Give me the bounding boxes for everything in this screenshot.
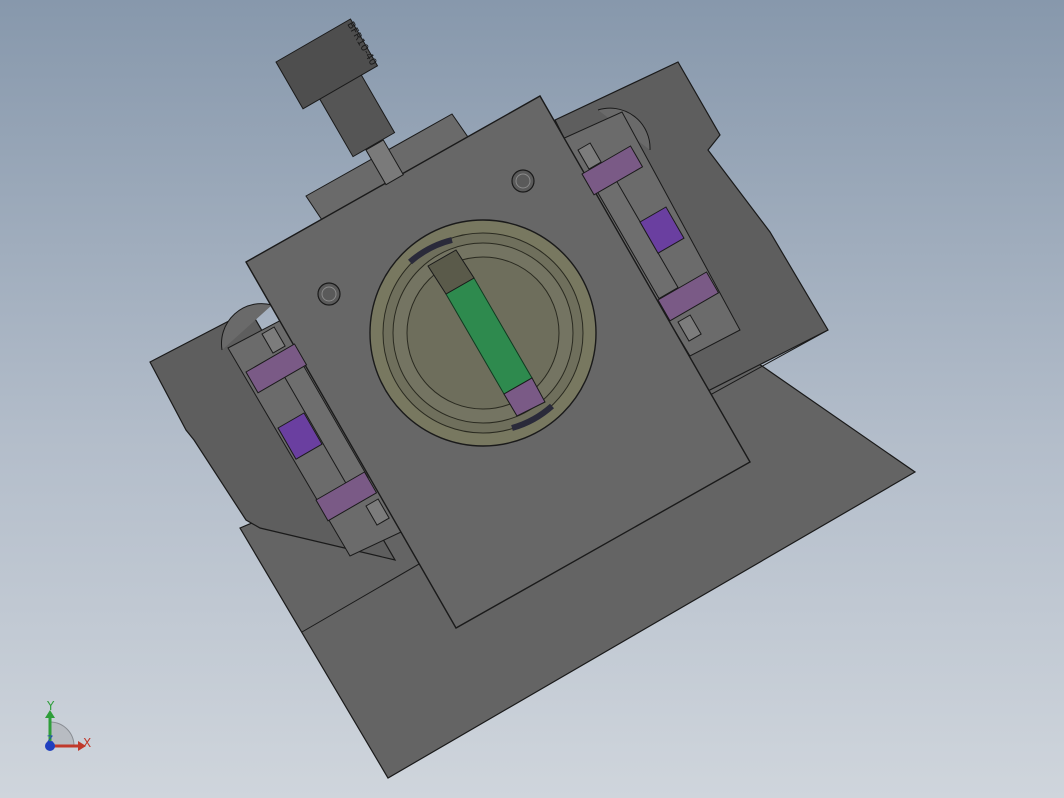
mounting-hole-right [511,169,535,193]
sensor-assembly[interactable]: BFR10-40 [275,18,405,186]
cad-model-view[interactable]: BFR10-40 X Y Z [0,0,1064,798]
coordinate-triad[interactable]: X Y Z [45,699,91,751]
triad-quarter-disc [49,721,75,747]
mounting-hole-left [317,282,341,306]
triad-z-label: Z [47,735,53,745]
triad-x-label: X [83,736,91,750]
triad-y-label: Y [46,699,55,713]
cad-viewport[interactable]: BFR10-40 X Y Z [0,0,1064,798]
